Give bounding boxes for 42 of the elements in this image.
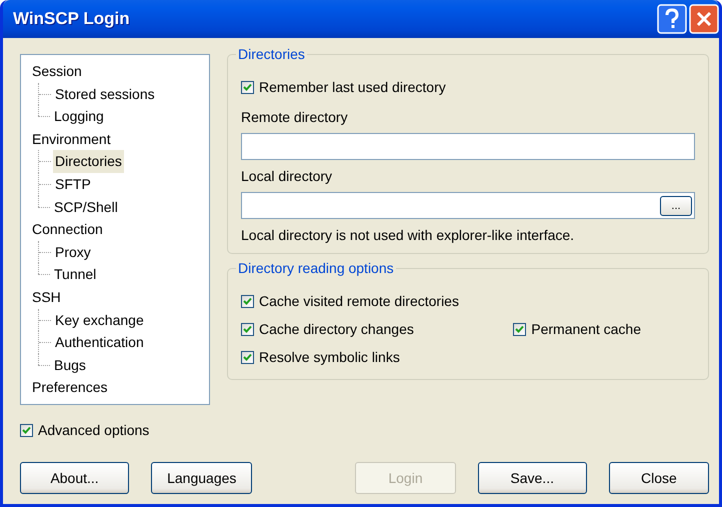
tree-item[interactable]: Logging [52,105,106,128]
checkbox-label: Advanced options [38,422,150,438]
tree-item[interactable]: SSH [30,286,63,309]
close-icon[interactable] [689,4,719,34]
field-label: Remote directory [241,109,348,125]
dialog-button[interactable]: Save... [478,462,587,494]
help-icon[interactable] [657,4,687,34]
tree-item[interactable]: Environment [30,128,113,150]
tree-item[interactable]: Tunnel [52,263,98,286]
checkbox-label: Cache visited remote directories [259,293,459,309]
tree-item[interactable]: SFTP [53,172,93,196]
input-field[interactable]: ... [241,192,695,219]
dialog-button[interactable]: Languages [151,462,252,494]
checkbox-label: Permanent cache [531,321,641,337]
dialog-button[interactable]: About... [20,462,130,494]
tree-item[interactable]: Key exchange [53,308,146,332]
tree-item[interactable]: Proxy [53,240,93,264]
tree-item[interactable]: Stored sessions [53,82,157,106]
tree-item[interactable]: Preferences [30,376,110,399]
checkbox[interactable] [513,322,526,336]
checkbox[interactable] [241,350,254,364]
checkbox[interactable] [241,294,254,308]
dialog-button[interactable]: Close [608,462,709,494]
group-title: Directories [236,46,307,62]
tree-item[interactable]: Bugs [52,354,88,376]
checkbox-label: Resolve symbolic links [259,349,400,365]
browse-button[interactable]: ... [660,196,692,216]
tree-item[interactable]: Connection [30,218,105,241]
window-title: WinSCP Login [13,9,130,29]
tree-item[interactable]: Session [30,60,84,83]
tree-item[interactable]: Directories [53,150,124,173]
tree-item[interactable]: SCP/Shell [52,196,120,218]
checkbox[interactable] [20,424,33,436]
input-field[interactable] [241,133,695,160]
tree-item[interactable]: Authentication [53,331,146,354]
group-title: Directory reading options [236,260,396,276]
field-label: Local directory [241,168,332,184]
checkbox-label: Cache directory changes [259,321,414,337]
checkbox-label: Remember last used directory [259,79,446,95]
hint-text: Local directory is not used with explorer-like interface. [241,227,574,243]
checkbox[interactable] [241,80,254,94]
checkbox[interactable] [241,322,254,336]
